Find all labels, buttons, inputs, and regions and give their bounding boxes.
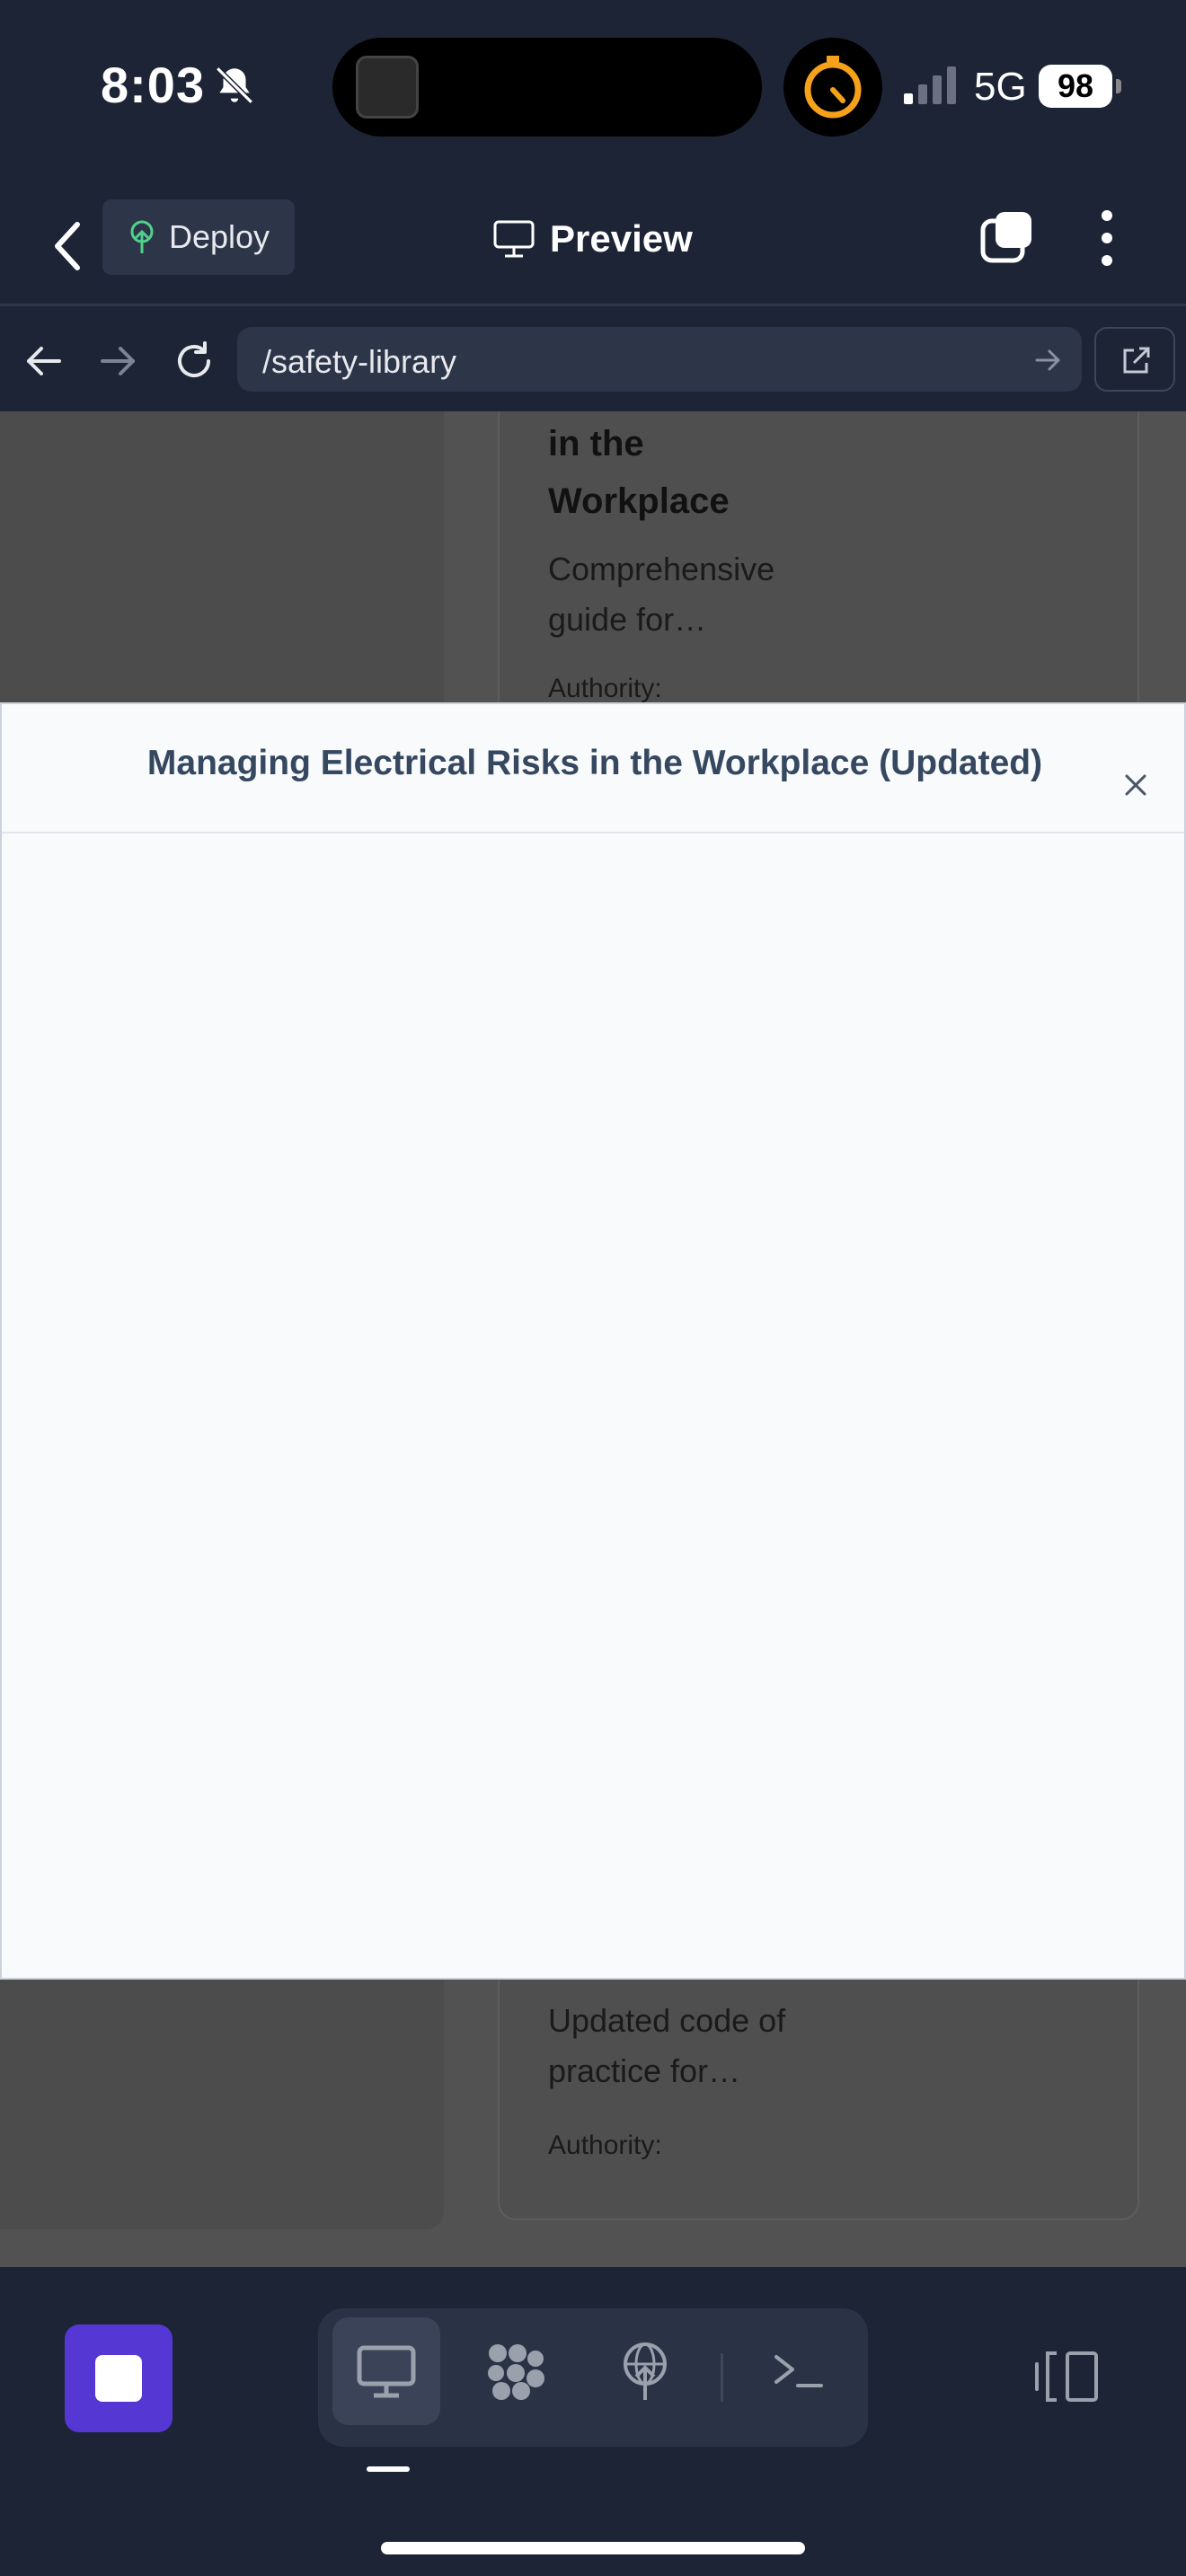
agent-tool-button[interactable]: [462, 2317, 570, 2425]
nav-forward-arrow-icon[interactable]: [93, 336, 144, 386]
home-indicator: [381, 2542, 805, 2554]
bell-muted-icon: [216, 66, 253, 104]
deploy-tool-button[interactable]: [591, 2317, 699, 2425]
tool-separator: [721, 2353, 723, 2402]
browser-bar: /safety-library: [0, 316, 1186, 410]
reload-icon[interactable]: [169, 336, 219, 386]
stopwatch-icon: [804, 56, 862, 119]
url-path: /safety-library: [262, 343, 457, 380]
document-card-2-description: Updated code of practice for…: [548, 2002, 786, 2089]
back-chevron-icon[interactable]: [41, 210, 95, 282]
deploy-button[interactable]: Deploy: [102, 199, 295, 275]
preview-label: Preview: [550, 217, 693, 260]
bottom-dock: [0, 2267, 1186, 2576]
go-arrow-icon[interactable]: [1033, 347, 1064, 374]
more-options-icon[interactable]: [1089, 207, 1125, 269]
panel-toggle-icon[interactable]: [1031, 2344, 1107, 2409]
shell-tool-button[interactable]: [744, 2317, 852, 2425]
url-input[interactable]: /safety-library: [237, 327, 1082, 392]
modal-header: Managing Electrical Risks in the Workpla…: [2, 704, 1184, 834]
live-activity-thumbnail: [356, 56, 419, 119]
document-card-2-authority: Authority:: [548, 2130, 662, 2160]
modal-body: [2, 834, 1184, 1978]
modal-title: Managing Electrical Risks in the Workpla…: [146, 744, 1043, 782]
document-card-description: Comprehensive guide for…: [548, 551, 775, 638]
status-bar: 8:03 5G 98: [0, 0, 1186, 171]
network-type: 5G: [974, 65, 1027, 109]
deploy-globe-icon: [624, 2342, 667, 2400]
stop-button[interactable]: [65, 2325, 173, 2432]
deploy-label: Deploy: [169, 218, 270, 255]
agent-blob-icon: [488, 2344, 544, 2400]
preview-title: Preview: [492, 212, 693, 266]
toolbar-divider: [0, 304, 1186, 306]
app-toolbar: Deploy Preview: [0, 190, 1186, 304]
tool-switcher: [318, 2308, 868, 2447]
nav-back-arrow-icon[interactable]: [18, 336, 68, 386]
deploy-icon: [130, 220, 154, 253]
battery-tip: [1116, 79, 1121, 93]
document-modal: Managing Electrical Risks in the Workpla…: [0, 702, 1186, 1980]
timer-activity: [783, 38, 882, 137]
open-external-button[interactable]: [1094, 327, 1175, 392]
document-card-title: in the Workplace: [548, 424, 730, 521]
battery-indicator: 98: [1039, 65, 1112, 108]
preview-tool-button[interactable]: [332, 2317, 440, 2425]
clock: 8:03: [101, 57, 206, 113]
cellular-signal-icon: [904, 66, 956, 104]
monitor-icon: [357, 2345, 416, 2398]
monitor-icon: [493, 220, 535, 258]
stop-icon: [95, 2355, 142, 2402]
external-link-icon: [1123, 347, 1150, 374]
active-tab-indicator: [367, 2466, 410, 2472]
document-card-authority: Authority:: [548, 674, 662, 703]
tabs-switcher-icon[interactable]: [979, 208, 1037, 266]
terminal-icon: [774, 2355, 823, 2387]
close-icon[interactable]: [1116, 765, 1155, 805]
